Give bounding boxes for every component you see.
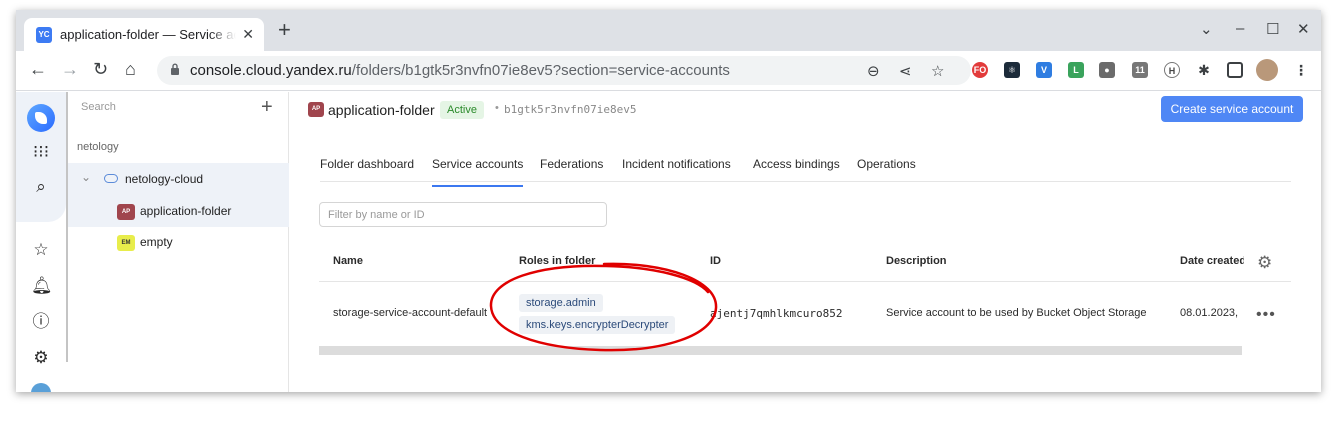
home-button[interactable]: ⌂	[125, 59, 136, 79]
page-title: application-folder	[328, 102, 435, 118]
profile-avatar[interactable]	[1256, 59, 1278, 81]
sidebar-search-input[interactable]: Search	[81, 101, 116, 113]
settings-gear-icon[interactable]: ⚙	[31, 348, 51, 368]
tab-incident-notifications[interactable]: Incident notifications	[622, 157, 731, 171]
browser-menu-icon[interactable]: ⋮	[1293, 62, 1309, 78]
extension-person-icon[interactable]: ●	[1099, 62, 1115, 78]
account-id: ajentj7qmhlkmcuro852	[710, 307, 843, 320]
header-separator: •	[495, 102, 499, 114]
filter-input[interactable]: Filter by name or ID	[319, 202, 607, 227]
sidebar-item-netology-cloud[interactable]: ⌄ netology-cloud	[67, 163, 289, 195]
organization-label: netology	[77, 141, 119, 153]
sidebar-item-application-folder[interactable]: AP application-folder	[67, 195, 289, 227]
extension-h-icon[interactable]: H	[1164, 62, 1180, 78]
extension-react-icon[interactable]: ⚛	[1004, 62, 1020, 78]
header-divider	[319, 281, 1291, 282]
url-host: console.cloud.yandex.ru	[190, 62, 352, 79]
folder-badge: AP	[117, 204, 135, 220]
browser-window: YC application-folder — Service accounts…	[16, 10, 1321, 392]
maximize-button[interactable]: ☐	[1266, 20, 1279, 38]
cloud-icon	[104, 174, 118, 183]
search-icon[interactable]: ⌕	[31, 177, 51, 197]
table-horizontal-scrollbar[interactable]	[319, 346, 1242, 355]
main-content: AP application-folder Active • b1gtk5r3n…	[290, 92, 1321, 392]
tab-close-icon[interactable]: ✕	[242, 26, 254, 43]
left-rail: ⁝⁝⁝ ⌕ ☆ 🔔︎ ⓘ ⚙	[16, 92, 66, 392]
new-tab-button[interactable]: +	[278, 19, 291, 41]
address-bar[interactable]: console.cloud.yandex.ru/folders/b1gtk5r3…	[157, 56, 971, 85]
resource-sidebar: Search + netology ⌄ netology-cloud AP ap…	[67, 92, 289, 392]
sidebar-scrollbar[interactable]	[66, 92, 68, 362]
favorites-star-icon[interactable]: ☆	[31, 240, 51, 260]
row-actions-more-icon[interactable]: •••	[1256, 306, 1276, 324]
extensions-puzzle-icon[interactable]: ✱	[1196, 62, 1212, 78]
extension-green-icon[interactable]: L	[1068, 62, 1084, 78]
column-header-date[interactable]: Date created	[1180, 255, 1244, 267]
tab-access-bindings[interactable]: Access bindings	[753, 157, 840, 171]
browser-tab[interactable]: YC application-folder — Service accounts…	[24, 18, 264, 51]
url-path: /folders/b1gtk5r3nvfn07ie8ev5?section=se…	[351, 62, 730, 79]
tab-folder-dashboard[interactable]: Folder dashboard	[320, 157, 414, 171]
tab-search-dropdown-icon[interactable]: ⌄	[1200, 20, 1213, 38]
extension-fo-icon[interactable]: FO	[972, 62, 988, 78]
tab-operations[interactable]: Operations	[857, 157, 916, 171]
bookmark-star-icon[interactable]: ☆	[931, 62, 944, 80]
tab-title: application-folder — Service accounts	[60, 27, 236, 42]
tab-federations[interactable]: Federations	[540, 157, 603, 171]
chevron-down-icon[interactable]: ⌄	[81, 170, 91, 184]
side-panel-icon[interactable]	[1227, 62, 1243, 78]
reload-button[interactable]: ↻	[93, 59, 108, 79]
minimize-button[interactable]: –	[1236, 20, 1244, 37]
back-button[interactable]: ←	[29, 59, 47, 79]
section-tabs: Folder dashboard Service accounts Federa…	[320, 144, 1291, 187]
folder-badge: EM	[117, 235, 135, 251]
folder-badge: AP	[308, 102, 324, 117]
add-resource-button[interactable]: +	[261, 96, 273, 119]
create-service-account-button[interactable]: Create service account	[1161, 96, 1303, 122]
annotation-ellipse	[489, 262, 718, 352]
forward-button[interactable]: →	[61, 59, 79, 79]
yandex-cloud-logo[interactable]	[27, 104, 55, 132]
account-name[interactable]: storage-service-account-default	[333, 307, 487, 319]
notifications-bell-icon[interactable]: 🔔︎	[31, 276, 53, 296]
extension-shield-icon[interactable]: V	[1036, 62, 1052, 78]
tab-strip: YC application-folder — Service accounts…	[16, 10, 1321, 51]
folder-label: empty	[140, 235, 173, 249]
account-date: 08.01.2023, 10:00	[1180, 307, 1240, 319]
account-description: Service account to be used by Bucket Obj…	[886, 307, 1147, 319]
table-settings-gear-icon[interactable]: ⚙	[1257, 253, 1272, 273]
extension-badge-icon[interactable]: 11	[1132, 62, 1148, 78]
yandex-cloud-favicon-icon: YC	[36, 27, 52, 43]
share-icon[interactable]: ⋖	[899, 62, 912, 80]
tab-service-accounts[interactable]: Service accounts	[432, 157, 524, 187]
folder-label: application-folder	[140, 204, 232, 218]
status-badge: Active	[440, 101, 484, 119]
zoom-icon[interactable]: ⊖	[867, 62, 880, 80]
browser-toolbar: ← → ↻ ⌂ console.cloud.yandex.ru/folders/…	[16, 51, 1321, 91]
lock-icon[interactable]	[170, 63, 180, 75]
user-avatar[interactable]	[31, 383, 51, 392]
folder-id[interactable]: b1gtk5r3nvfn07ie8ev5	[504, 103, 636, 116]
sidebar-item-empty[interactable]: EM empty	[67, 227, 289, 259]
url-text[interactable]: console.cloud.yandex.ru/folders/b1gtk5r3…	[190, 62, 730, 79]
column-header-description[interactable]: Description	[886, 255, 947, 267]
cloud-name: netology-cloud	[125, 172, 204, 186]
help-icon[interactable]: ⓘ	[31, 312, 51, 332]
column-header-name[interactable]: Name	[333, 255, 363, 267]
close-window-button[interactable]: ✕	[1297, 20, 1310, 38]
services-grid-icon[interactable]: ⁝⁝⁝	[31, 142, 51, 162]
